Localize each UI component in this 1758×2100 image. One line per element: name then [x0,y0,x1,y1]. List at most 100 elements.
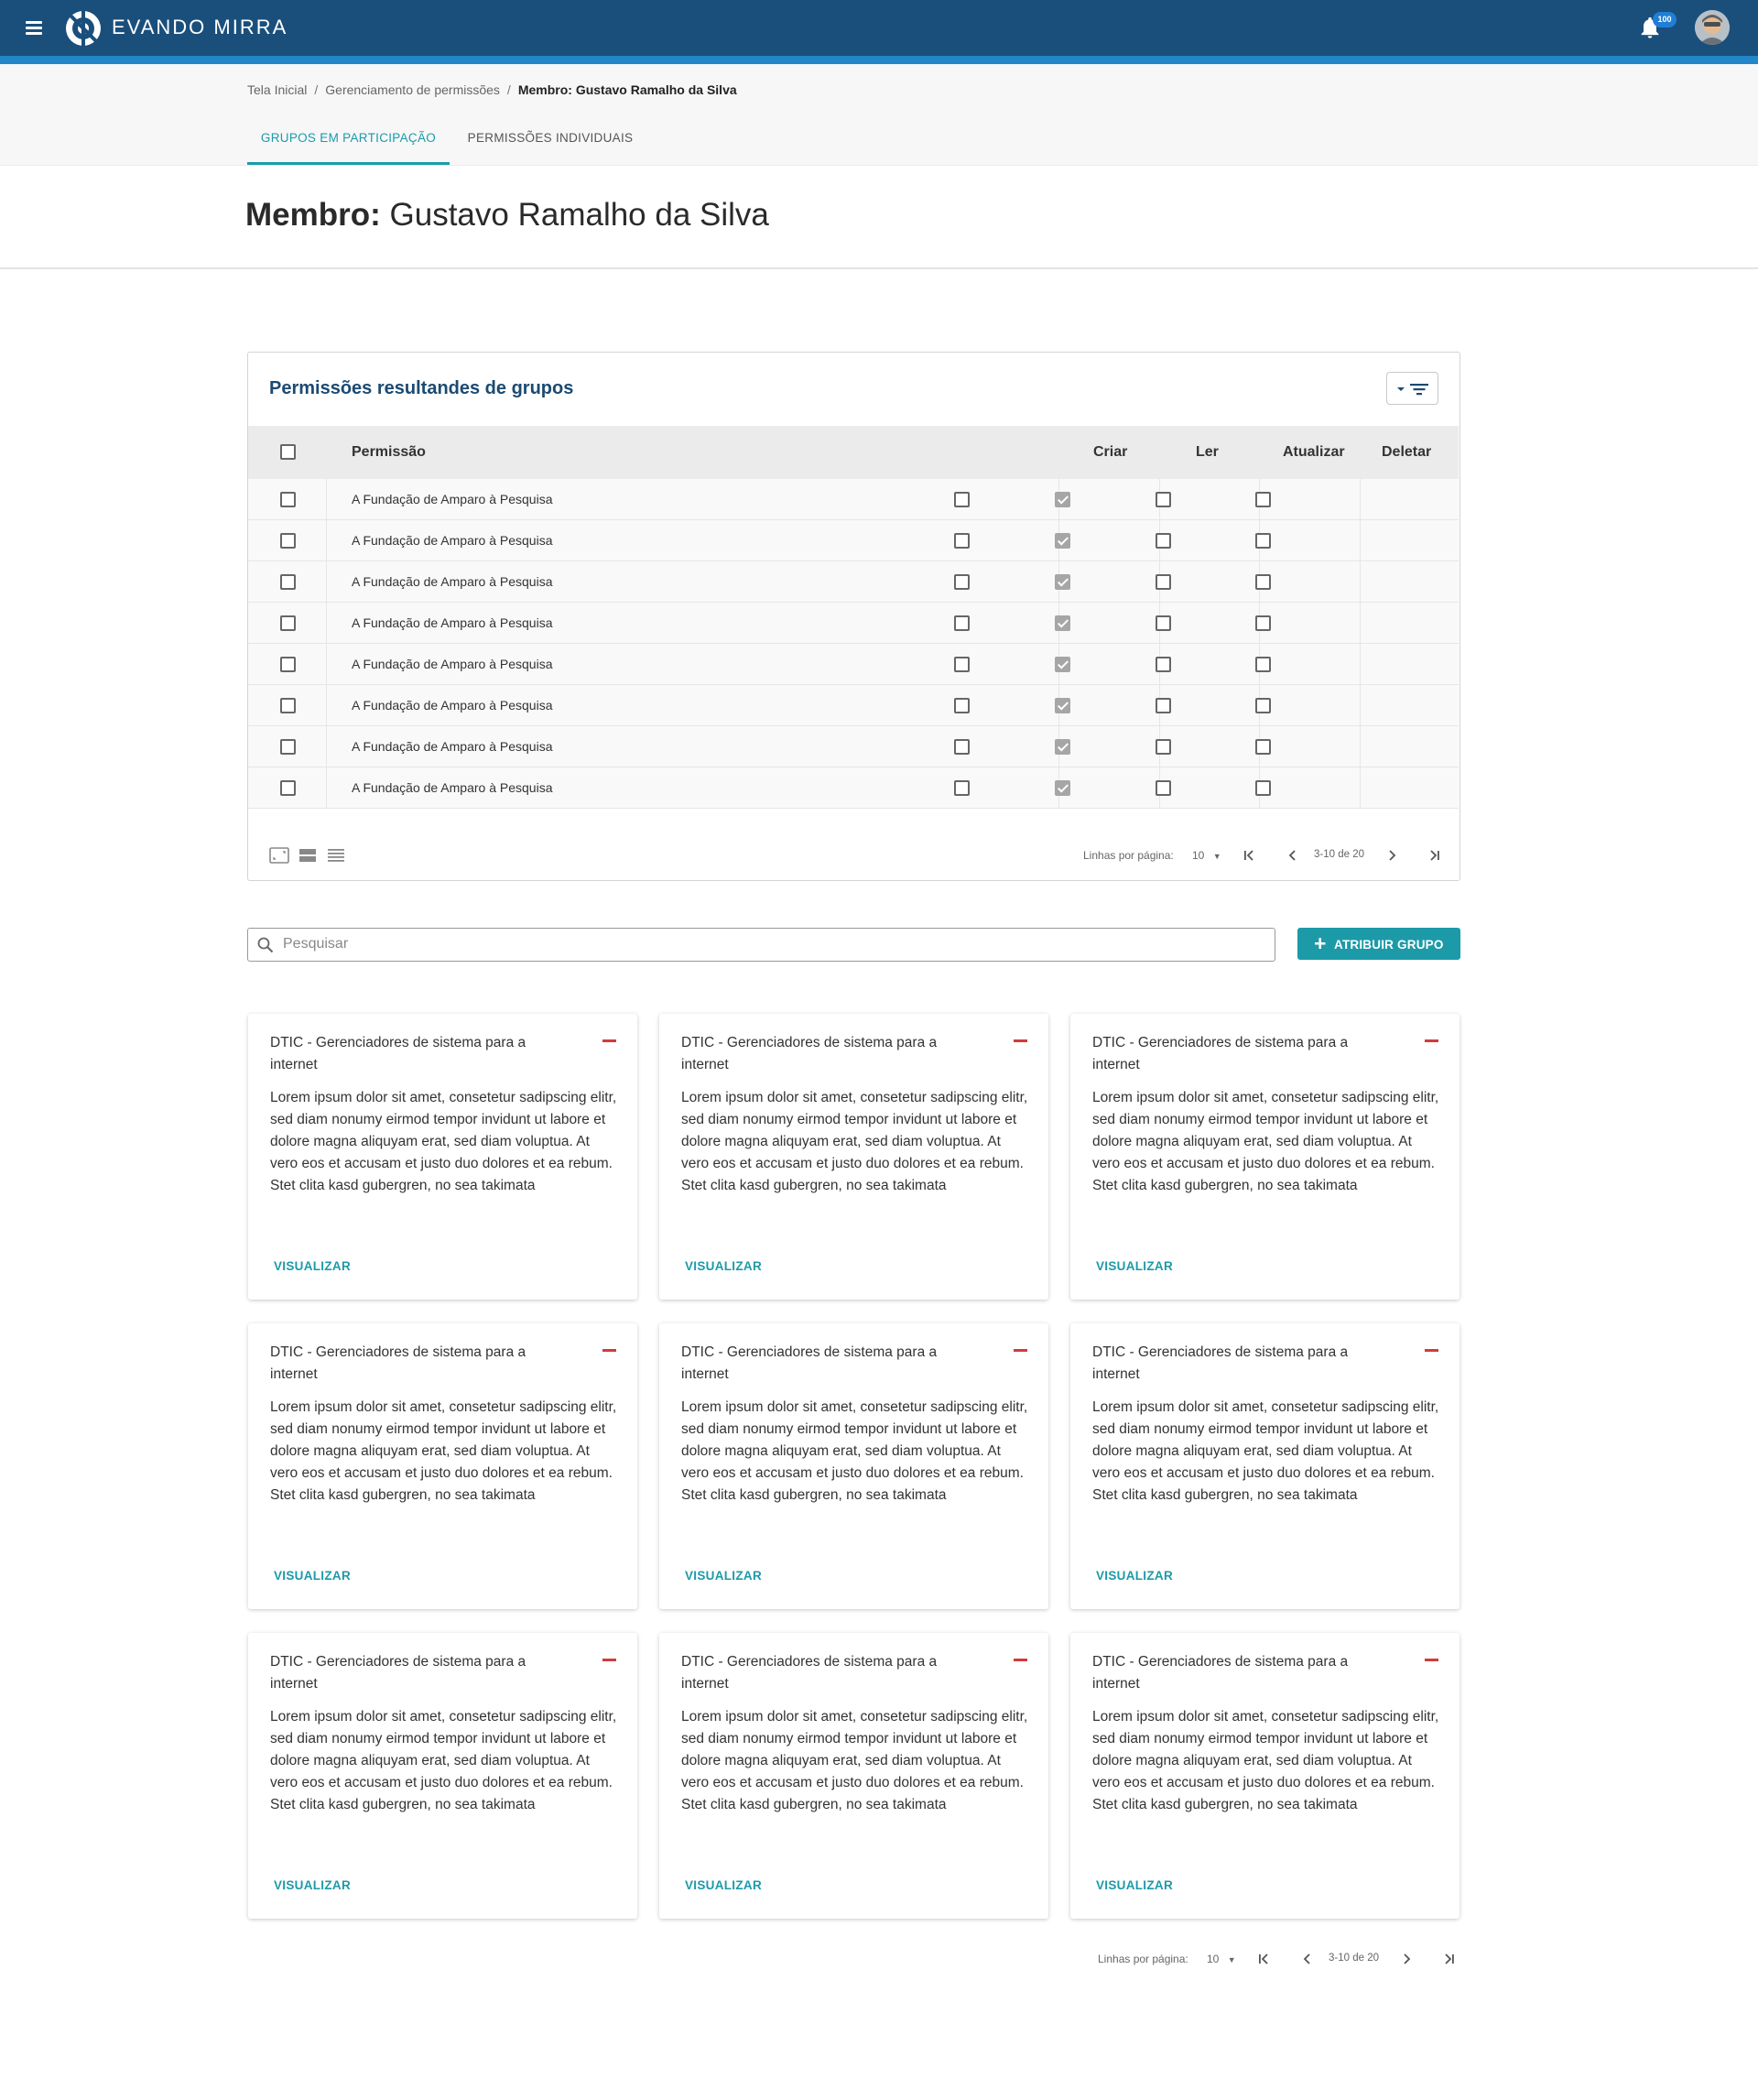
last-page-icon[interactable] [1443,1953,1456,1965]
delete-permission-checkbox[interactable] [1255,615,1271,631]
group-card-description: Lorem ipsum dolor sit amet, consetetur s… [681,1709,1028,1812]
last-page-icon[interactable] [1428,849,1441,862]
breadcrumb-home-link[interactable]: Tela Inicial [247,82,307,97]
delete-permission-checkbox[interactable] [1255,533,1271,549]
view-group-button[interactable]: VISUALIZAR [685,1259,762,1273]
row-select-checkbox[interactable] [280,780,296,796]
column-header-update[interactable]: Atualizar [1283,444,1345,461]
column-divider [1360,685,1361,726]
read-permission-checkbox[interactable] [1055,492,1070,507]
update-permission-checkbox[interactable] [1156,657,1171,672]
user-avatar[interactable] [1695,10,1730,45]
tab-permissoes-individuais[interactable]: PERMISSÕES INDIVIDUAIS [455,114,646,165]
view-group-button[interactable]: VISUALIZAR [1096,1878,1173,1892]
remove-group-icon[interactable] [602,1039,616,1042]
delete-permission-checkbox[interactable] [1255,698,1271,713]
row-select-checkbox[interactable] [280,657,296,672]
filter-button[interactable] [1386,372,1438,405]
next-page-icon[interactable] [1400,1953,1413,1965]
remove-group-icon[interactable] [602,1659,616,1661]
view-group-button[interactable]: VISUALIZAR [274,1569,351,1583]
compact-density-icon[interactable] [328,848,344,863]
delete-permission-checkbox[interactable] [1255,657,1271,672]
fullscreen-icon[interactable] [269,847,289,864]
select-all-checkbox[interactable] [280,444,296,460]
create-permission-checkbox[interactable] [954,739,970,755]
read-permission-checkbox[interactable] [1055,698,1070,713]
read-permission-checkbox[interactable] [1055,657,1070,672]
row-select-checkbox[interactable] [280,492,296,507]
create-permission-checkbox[interactable] [954,574,970,590]
column-divider [1360,520,1361,561]
row-select-checkbox[interactable] [280,698,296,713]
create-permission-checkbox[interactable] [954,533,970,549]
column-divider [1360,726,1361,767]
column-divider [326,603,327,644]
delete-permission-checkbox[interactable] [1255,780,1271,796]
create-permission-checkbox[interactable] [954,780,970,796]
remove-group-icon[interactable] [1014,1039,1027,1042]
view-group-button[interactable]: VISUALIZAR [685,1569,762,1583]
view-group-button[interactable]: VISUALIZAR [274,1878,351,1892]
row-select-checkbox[interactable] [280,533,296,549]
create-permission-checkbox[interactable] [954,615,970,631]
row-select-checkbox[interactable] [280,615,296,631]
remove-group-icon[interactable] [1425,1349,1438,1352]
view-group-button[interactable]: VISUALIZAR [685,1878,762,1892]
permission-name: A Fundação de Amparo à Pesquisa [352,492,553,506]
remove-group-icon[interactable] [602,1349,616,1352]
remove-group-icon[interactable] [1425,1039,1438,1042]
row-select-checkbox[interactable] [280,574,296,590]
remove-group-icon[interactable] [1014,1349,1027,1352]
first-page-icon[interactable] [1243,849,1255,862]
delete-permission-checkbox[interactable] [1255,492,1271,507]
pagination-range: 3-10 de 20 [1329,1953,1379,1964]
update-permission-checkbox[interactable] [1156,574,1171,590]
previous-page-icon[interactable] [1286,849,1299,862]
view-group-button[interactable]: VISUALIZAR [274,1259,351,1273]
read-permission-checkbox[interactable] [1055,615,1070,631]
hamburger-menu-icon[interactable] [24,18,44,37]
create-permission-checkbox[interactable] [954,698,970,713]
column-header-permission[interactable]: Permissão [352,444,426,461]
remove-group-icon[interactable] [1014,1659,1027,1661]
column-header-delete[interactable]: Deletar [1382,444,1431,461]
tab-grupos-em-participacao[interactable]: GRUPOS EM PARTICIPAÇÃO [247,114,450,165]
read-permission-checkbox[interactable] [1055,574,1070,590]
brand-name: EVANDO MIRRA [112,16,288,38]
update-permission-checkbox[interactable] [1156,492,1171,507]
remove-group-icon[interactable] [1425,1659,1438,1661]
first-page-icon[interactable] [1257,1953,1270,1965]
search-field[interactable] [247,928,1275,962]
permission-name: A Fundação de Amparo à Pesquisa [352,698,553,713]
search-input[interactable] [283,934,1263,954]
view-group-button[interactable]: VISUALIZAR [1096,1259,1173,1273]
delete-permission-checkbox[interactable] [1255,574,1271,590]
group-card: DTIC - Gerenciadores de sistema para a i… [1070,1323,1460,1609]
update-permission-checkbox[interactable] [1156,533,1171,549]
create-permission-checkbox[interactable] [954,492,970,507]
read-permission-checkbox[interactable] [1055,780,1070,796]
comfortable-density-icon[interactable] [299,848,316,863]
read-permission-checkbox[interactable] [1055,533,1070,549]
group-card: DTIC - Gerenciadores de sistema para a i… [659,1014,1048,1300]
view-group-button[interactable]: VISUALIZAR [1096,1569,1173,1583]
assign-group-button[interactable]: + ATRIBUIR GRUPO [1297,928,1460,960]
read-permission-checkbox[interactable] [1055,739,1070,755]
delete-permission-checkbox[interactable] [1255,739,1271,755]
update-permission-checkbox[interactable] [1156,739,1171,755]
breadcrumb-separator: / [506,82,511,97]
column-divider [326,644,327,685]
previous-page-icon[interactable] [1301,1953,1314,1965]
column-header-read[interactable]: Ler [1196,444,1219,461]
breadcrumb-section-link[interactable]: Gerenciamento de permissões [325,82,500,97]
row-select-checkbox[interactable] [280,739,296,755]
create-permission-checkbox[interactable] [954,657,970,672]
rows-per-page-select[interactable]: 10 ▼ [1207,1953,1236,1965]
rows-per-page-select[interactable]: 10 ▼ [1192,849,1221,862]
next-page-icon[interactable] [1385,849,1398,862]
column-header-create[interactable]: Criar [1093,444,1127,461]
update-permission-checkbox[interactable] [1156,698,1171,713]
update-permission-checkbox[interactable] [1156,615,1171,631]
update-permission-checkbox[interactable] [1156,780,1171,796]
